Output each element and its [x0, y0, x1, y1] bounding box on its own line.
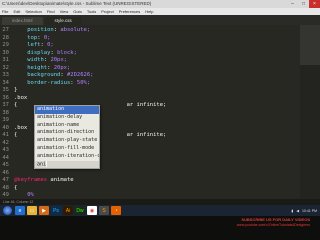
autocomplete-item[interactable]: animation-name: [35, 122, 99, 130]
minimap-viewport[interactable]: [300, 25, 320, 65]
system-tray: ▮ ◀ 10:41 PM: [291, 205, 317, 216]
minimize-button[interactable]: –: [287, 0, 298, 8]
close-button[interactable]: ×: [309, 0, 320, 8]
windows-taskbar: e ▭ ▶ Ps Ai Dw ◉ S ◔ ▮ ◀ 10:41 PM: [0, 205, 320, 216]
illustrator-icon[interactable]: Ai: [63, 206, 73, 215]
menu-selection[interactable]: Selection: [25, 8, 41, 15]
maximize-button[interactable]: □: [298, 0, 309, 8]
menu-bar: File Edit Selection Find View Goto Tools…: [0, 8, 320, 15]
window-controls: – □ ×: [287, 0, 320, 8]
window-title: C:\Users\dev\Desktop\animate\style.css -…: [2, 1, 152, 6]
network-icon[interactable]: ▮: [291, 209, 293, 213]
autocomplete-item[interactable]: animation-play-state: [35, 137, 99, 145]
tab-index-html[interactable]: index.html: [2, 17, 43, 25]
menu-find[interactable]: Find: [47, 8, 55, 15]
firefox-icon[interactable]: ◔: [111, 206, 121, 215]
volume-icon[interactable]: ◀: [296, 209, 299, 213]
menu-view[interactable]: View: [60, 8, 69, 15]
autocomplete-item[interactable]: animation: [35, 106, 99, 114]
typed-text: ani: [37, 161, 47, 168]
menu-edit[interactable]: Edit: [13, 8, 20, 15]
code-text: 0%: [14, 192, 34, 198]
start-button[interactable]: [3, 206, 12, 215]
status-text: Line 46, Column 12: [3, 200, 34, 204]
media-icon[interactable]: ▶: [39, 206, 49, 215]
tab-style-css[interactable]: style.css: [44, 17, 82, 25]
ie-icon[interactable]: e: [15, 206, 25, 215]
autocomplete-popup: animation animation-delay animation-name…: [34, 105, 100, 170]
menu-help[interactable]: Help: [145, 8, 153, 15]
folder-icon[interactable]: ▭: [27, 206, 37, 215]
menu-file[interactable]: File: [2, 8, 8, 15]
photoshop-icon[interactable]: Ps: [51, 206, 61, 215]
dreamweaver-icon[interactable]: Dw: [75, 206, 85, 215]
code-line[interactable]: 49 0%: [0, 191, 320, 199]
menu-tools[interactable]: Tools: [87, 8, 96, 15]
subscribe-text: SUBSCRIBE US FOR DAILY VIDEOS: [241, 217, 310, 222]
channel-url[interactable]: www.youtube.com/c/OnlineTutorials4Design…: [237, 223, 310, 227]
autocomplete-item[interactable]: animation-fill-mode: [35, 145, 99, 153]
tab-bar: index.html style.css: [0, 15, 320, 25]
line-number: 49: [2, 192, 9, 198]
menu-project[interactable]: Project: [101, 8, 113, 15]
clock[interactable]: 10:41 PM: [302, 209, 317, 213]
autocomplete-item[interactable]: animation-iteration-count: [35, 153, 99, 161]
text-cursor: [46, 160, 47, 167]
autocomplete-item[interactable]: animation-delay: [35, 114, 99, 122]
autocomplete-item[interactable]: ani: [35, 160, 99, 169]
autocomplete-item[interactable]: animation-direction: [35, 129, 99, 137]
menu-goto[interactable]: Goto: [73, 8, 82, 15]
chrome-icon[interactable]: ◉: [87, 206, 97, 215]
video-overlay-banner: SUBSCRIBE US FOR DAILY VIDEOS www.youtub…: [0, 216, 320, 240]
minimap[interactable]: [300, 25, 320, 199]
code-editor[interactable]: 27 position: absolute; 28 top: 0; 29 left:…: [0, 25, 320, 199]
window-titlebar: C:\Users\dev\Desktop\animate\style.css -…: [0, 0, 320, 8]
menu-preferences[interactable]: Preferences: [119, 8, 141, 15]
sublime-icon[interactable]: S: [99, 206, 109, 215]
